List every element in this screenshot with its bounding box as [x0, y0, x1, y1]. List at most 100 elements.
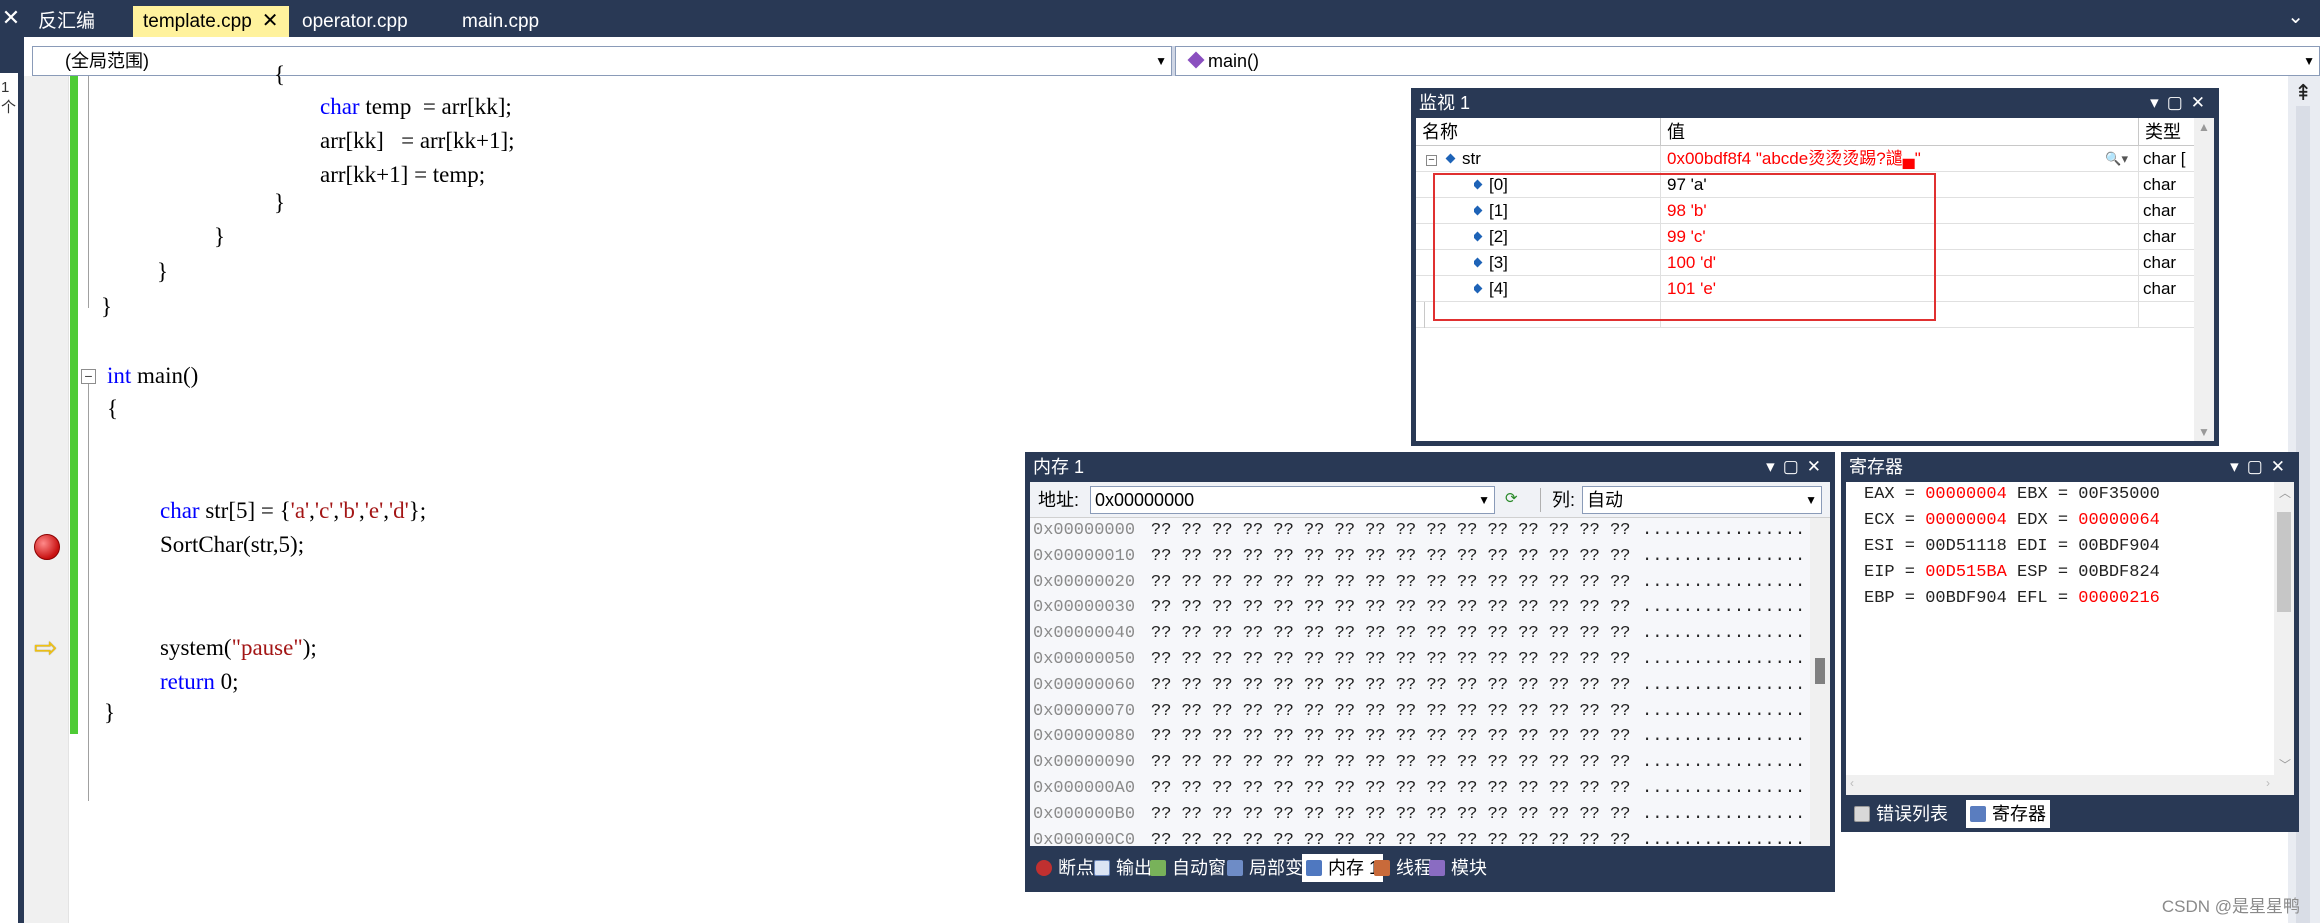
memory-row[interactable]: 0x00000020 ?? ?? ?? ?? ?? ?? ?? ?? ?? ?? … — [1030, 570, 1810, 596]
tab-breakpoints[interactable]: 断点 — [1032, 854, 1098, 882]
document-tab-bar: ✕ 反汇编 template.cpp ✕ operator.cpp main.cp… — [0, 0, 2320, 37]
watch-value-cell: 0x00bdf8f4 "abcde烫烫烫踢?譴▄" 🔍▾ — [1661, 146, 2139, 172]
debug-tab-strip: 断点 输出 自动窗口 局部变量 内存 1 线程 模块 — [1030, 852, 1830, 884]
dropdown-icon[interactable]: ▾ — [2150, 93, 2167, 112]
memory-address: 0x000000A0 — [1033, 779, 1136, 798]
annotation-highlight-box — [1433, 173, 1936, 321]
registers-vscrollbar[interactable]: ︿ ﹀ — [2274, 482, 2294, 795]
window-buttons: ▾▢✕ — [2230, 452, 2293, 482]
keyword: int — [107, 363, 132, 388]
memory-ascii: ................ — [1642, 521, 1806, 540]
collapse-toggle[interactable]: − — [81, 369, 96, 384]
register-line: EIP = 00D515BA ESP = 00BDF824 — [1864, 560, 2160, 586]
register-text: ESI = 00D51118 EDI = 00BDF904 — [1864, 537, 2160, 556]
scroll-down-icon[interactable]: ▼ — [2198, 425, 2210, 439]
dropdown-arrow-icon[interactable]: ▼ — [1805, 487, 1817, 513]
close-icon[interactable]: ✕ — [1807, 457, 1829, 476]
columns-dropdown[interactable]: 自动 ▼ — [1582, 486, 1822, 514]
memory-scrollbar[interactable] — [1810, 518, 1830, 846]
memory-bytes: ?? ?? ?? ?? ?? ?? ?? ?? ?? ?? ?? ?? ?? ?… — [1151, 804, 1631, 824]
scroll-up-icon[interactable]: ▲ — [2198, 120, 2210, 134]
close-icon[interactable]: ✕ — [2271, 457, 2293, 476]
scroll-left-icon[interactable]: ‹ — [1850, 776, 1854, 790]
registers-body[interactable]: EAX = 00000004 EBX = 00F35000 ECX = 00000… — [1846, 482, 2294, 795]
close-icon[interactable]: ✕ — [0, 0, 22, 37]
tab-registers[interactable]: 寄存器 — [1966, 800, 2050, 828]
memory-row[interactable]: 0x00000090 ?? ?? ?? ?? ?? ?? ?? ?? ?? ?? … — [1030, 750, 1810, 776]
error-list-icon — [1854, 806, 1870, 822]
watch-type-cell: char — [2143, 253, 2177, 272]
indicator-margin[interactable] — [24, 76, 69, 923]
memory-ascii: ................ — [1642, 727, 1806, 747]
memory-row[interactable]: 0x000000C0 ?? ?? ?? ?? ?? ?? ?? ?? ?? ?? … — [1030, 828, 1810, 854]
memory-row[interactable]: 0x000000A0 ?? ?? ?? ?? ?? ?? ?? ?? ?? ?? … — [1030, 776, 1810, 802]
memory-row[interactable]: 0x000000B0 ?? ?? ?? ?? ?? ?? ?? ?? ?? ?? … — [1030, 802, 1810, 828]
address-input[interactable]: 0x00000000 ▼ — [1090, 486, 1495, 514]
columns-value: 自动 — [1587, 490, 1623, 510]
watch-scrollbar[interactable]: ▲ ▼ — [2194, 118, 2214, 441]
dropdown-arrow-icon: ▼ — [2303, 54, 2315, 68]
variable-icon — [1445, 153, 1456, 164]
memory-row[interactable]: 0x00000010 ?? ?? ?? ?? ?? ?? ?? ?? ?? ?? … — [1030, 544, 1810, 570]
scope-dropdown[interactable]: (全局范围) ▼ — [32, 46, 1172, 76]
register-value-changed: 00000004 — [1925, 485, 2007, 504]
maximize-icon[interactable]: ▢ — [2167, 93, 2191, 112]
scrollbar-thumb[interactable] — [1815, 658, 1825, 684]
dropdown-arrow-icon[interactable]: ▼ — [1478, 487, 1490, 513]
scroll-down-icon[interactable]: ﹀ — [2279, 756, 2291, 773]
memory-ascii: ................ — [1642, 546, 1806, 566]
magnifier-icon[interactable]: 🔍▾ — [2105, 146, 2128, 172]
memory-row[interactable]: 0x00000050 ?? ?? ?? ?? ?? ?? ?? ?? ?? ?? … — [1030, 647, 1810, 673]
memory-row[interactable]: 0x00000080 ?? ?? ?? ?? ?? ?? ?? ?? ?? ?? … — [1030, 724, 1810, 750]
scrollbar-thumb[interactable] — [2277, 512, 2291, 612]
split-pin-icon[interactable]: ⇞ — [2294, 80, 2312, 106]
column-header-name[interactable]: 名称 — [1416, 118, 1661, 146]
tab-main-cpp[interactable]: main.cpp — [452, 6, 549, 37]
scroll-right-icon[interactable]: › — [2266, 776, 2270, 790]
scroll-up-icon[interactable]: ︿ — [2279, 484, 2291, 501]
memory-bytes: ?? ?? ?? ?? ?? ?? ?? ?? ?? ?? ?? ?? ?? ?… — [1151, 779, 1631, 798]
modules-icon — [1429, 860, 1445, 876]
code-line: { — [274, 62, 285, 88]
maximize-icon[interactable]: ▢ — [1783, 457, 1807, 476]
memory-address: 0x00000030 — [1033, 598, 1136, 618]
registers-hscrollbar[interactable]: ‹ › — [1846, 775, 2274, 795]
tab-error-list[interactable]: 错误列表 — [1850, 800, 1952, 828]
memory-row[interactable]: 0x00000070 ?? ?? ?? ?? ?? ?? ?? ?? ?? ?? … — [1030, 699, 1810, 725]
dropdown-icon[interactable]: ▾ — [1766, 457, 1783, 476]
tab-modules[interactable]: 模块 — [1425, 854, 1491, 882]
close-icon[interactable]: ✕ — [2191, 93, 2213, 112]
column-header-value[interactable]: 值 — [1661, 118, 2139, 146]
memory-ascii: ................ — [1642, 572, 1806, 592]
code-text: }; — [408, 498, 427, 523]
window-buttons: ▾▢✕ — [1766, 452, 1829, 482]
memory-body: 地址: 0x00000000 ▼ ⟳ 列: 自动 ▼ 0x00000000 ?? … — [1030, 482, 1830, 850]
column-header-type[interactable]: 类型 — [2139, 118, 2194, 146]
memory-address: 0x000000B0 — [1033, 804, 1136, 824]
watch-name: str — [1462, 149, 1481, 168]
autos-icon — [1150, 860, 1166, 876]
maximize-icon[interactable]: ▢ — [2247, 457, 2271, 476]
register-text: EIP = — [1864, 563, 1926, 582]
tab-disassembly[interactable]: 反汇编 — [28, 6, 105, 37]
code-text: { — [107, 396, 119, 421]
watch-row[interactable]: − str 0x00bdf8f4 "abcde烫烫烫踢?譴▄" 🔍▾ char [ — [1416, 146, 2194, 172]
memory-row[interactable]: 0x00000060 ?? ?? ?? ?? ?? ?? ?? ?? ?? ?? … — [1030, 673, 1810, 699]
memory-bytes: ?? ?? ?? ?? ?? ?? ?? ?? ?? ?? ?? ?? ?? ?… — [1151, 830, 1631, 850]
reevaluate-icon[interactable]: ⟳ — [1505, 489, 1531, 511]
tab-template-cpp[interactable]: template.cpp ✕ — [133, 6, 289, 37]
memory-row[interactable]: 0x00000030 ?? ?? ?? ?? ?? ?? ?? ?? ?? ?? … — [1030, 595, 1810, 621]
tab-close-icon[interactable]: ✕ — [262, 10, 279, 32]
breakpoint-icon[interactable] — [34, 534, 60, 560]
memory-bytes: ?? ?? ?? ?? ?? ?? ?? ?? ?? ?? ?? ?? ?? ?… — [1151, 675, 1631, 695]
register-text: EBX = 00F35000 — [2006, 485, 2160, 504]
function-dropdown[interactable]: main() ▼ — [1175, 46, 2320, 76]
memory-row[interactable]: 0x00000040 ?? ?? ?? ?? ?? ?? ?? ?? ?? ?? … — [1030, 621, 1810, 647]
tab-operator-cpp[interactable]: operator.cpp — [292, 6, 418, 37]
dropdown-icon[interactable]: ▾ — [2230, 457, 2247, 476]
chevron-down-icon[interactable]: ⌄ — [2287, 4, 2304, 29]
threads-icon — [1374, 860, 1390, 876]
memory-row[interactable]: 0x00000000 ?? ?? ?? ?? ?? ?? ?? ?? ?? ?? … — [1030, 518, 1810, 544]
watch-title: 监视 1 — [1419, 93, 1471, 113]
collapse-toggle[interactable]: − — [1426, 155, 1437, 166]
